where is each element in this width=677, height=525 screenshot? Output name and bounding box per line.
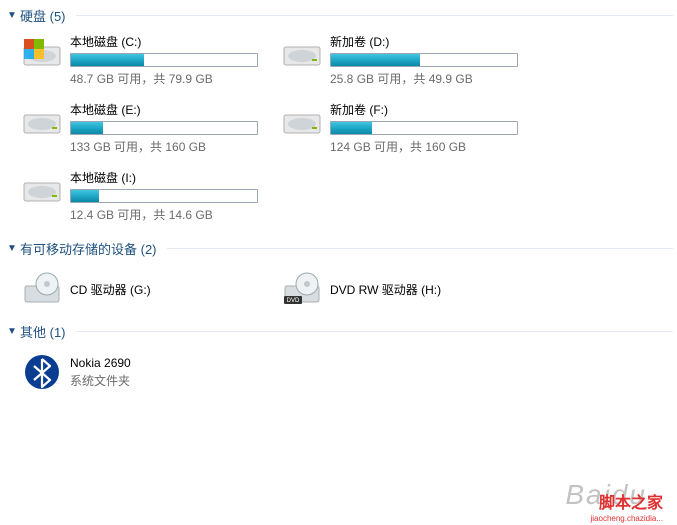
drive-label: 本地磁盘 (I:) — [70, 169, 278, 186]
collapse-arrow-icon: ▼ — [4, 243, 20, 254]
drive-usage-text: 25.8 GB 可用，共 49.9 GB — [330, 70, 538, 87]
drive-item[interactable]: 本地磁盘 (C:) 48.7 GB 可用，共 79.9 GB — [18, 33, 278, 87]
cd-drive-icon — [18, 268, 66, 310]
drive-usage-bar — [70, 53, 258, 67]
watermark-url: jiaocheng.chazidia... — [591, 514, 664, 523]
drive-usage-bar — [330, 53, 518, 67]
section-title: 有可移动存储的设备 (2) — [20, 239, 157, 258]
drive-item[interactable]: 新加卷 (F:) 124 GB 可用，共 160 GB — [278, 101, 538, 155]
device-label: DVD RW 驱动器 (H:) — [330, 281, 441, 298]
drive-usage-text: 133 GB 可用，共 160 GB — [70, 138, 278, 155]
drive-icon — [278, 33, 326, 75]
drive-label: 本地磁盘 (E:) — [70, 101, 278, 118]
dvd-drive-icon: DVD — [278, 268, 326, 310]
drive-item[interactable]: 本地磁盘 (E:) 133 GB 可用，共 160 GB — [18, 101, 278, 155]
drive-icon — [18, 169, 66, 211]
device-label: Nokia 2690 — [70, 356, 131, 370]
drives-grid: 本地磁盘 (C:) 48.7 GB 可用，共 79.9 GB 新加卷 (D:) … — [0, 29, 677, 233]
collapse-arrow-icon: ▼ — [4, 326, 20, 337]
drive-usage-text: 124 GB 可用，共 160 GB — [330, 138, 538, 155]
drive-usage-bar — [330, 121, 518, 135]
section-header-hdd[interactable]: ▼ 硬盘 (5) — [0, 0, 677, 29]
section-header-other[interactable]: ▼ 其他 (1) — [0, 316, 677, 345]
watermark-red: 脚本之家 — [599, 489, 663, 513]
drive-usage-text: 48.7 GB 可用，共 79.9 GB — [70, 70, 278, 87]
device-subtitle: 系统文件夹 — [70, 372, 131, 389]
section-divider — [167, 248, 673, 249]
drive-label: 新加卷 (D:) — [330, 33, 538, 50]
collapse-arrow-icon: ▼ — [4, 10, 20, 21]
drive-usage-bar — [70, 121, 258, 135]
drive-label: 本地磁盘 (C:) — [70, 33, 278, 50]
section-divider — [76, 15, 673, 16]
device-item[interactable]: Nokia 2690 系统文件夹 — [18, 351, 278, 393]
device-item[interactable]: CD 驱动器 (G:) — [18, 268, 278, 310]
device-label: CD 驱动器 (G:) — [70, 281, 151, 298]
device-item[interactable]: DVD DVD RW 驱动器 (H:) — [278, 268, 538, 310]
svg-text:DVD: DVD — [287, 298, 300, 304]
drive-icon — [18, 101, 66, 143]
drive-item[interactable]: 本地磁盘 (I:) 12.4 GB 可用，共 14.6 GB — [18, 169, 278, 223]
drive-label: 新加卷 (F:) — [330, 101, 538, 118]
removable-grid: CD 驱动器 (G:) DVD DVD RW 驱动器 (H:) — [0, 262, 677, 316]
section-title: 其他 (1) — [20, 322, 66, 341]
drive-icon — [18, 33, 66, 75]
other-grid: Nokia 2690 系统文件夹 — [0, 345, 677, 399]
drive-icon — [278, 101, 326, 143]
bluetooth-icon — [18, 351, 66, 393]
drive-item[interactable]: 新加卷 (D:) 25.8 GB 可用，共 49.9 GB — [278, 33, 538, 87]
drive-usage-bar — [70, 189, 258, 203]
section-title: 硬盘 (5) — [20, 6, 66, 25]
section-header-removable[interactable]: ▼ 有可移动存储的设备 (2) — [0, 233, 677, 262]
drive-usage-text: 12.4 GB 可用，共 14.6 GB — [70, 206, 278, 223]
section-divider — [76, 331, 673, 332]
